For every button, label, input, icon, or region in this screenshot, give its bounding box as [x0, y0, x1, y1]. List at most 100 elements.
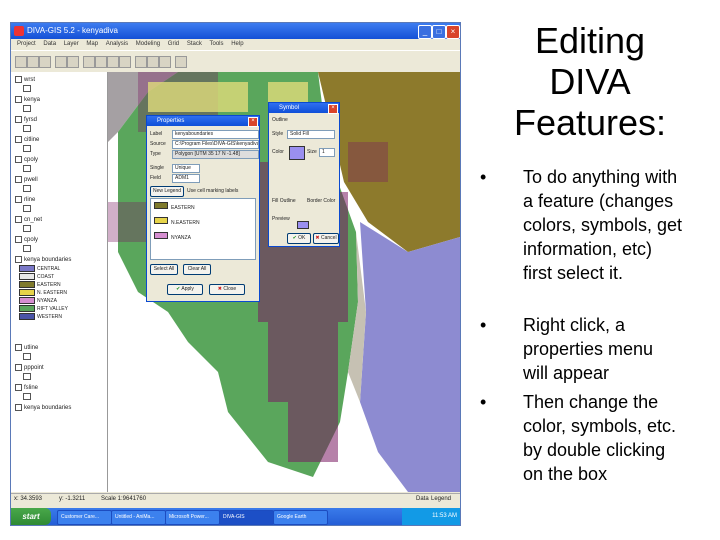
- checkbox-icon[interactable]: [15, 344, 22, 351]
- class-row[interactable]: EASTERN: [154, 202, 195, 211]
- class-swatch[interactable]: [154, 202, 168, 209]
- legend-swatch[interactable]: [19, 297, 35, 304]
- checkbox-icon[interactable]: [15, 136, 22, 143]
- menu-grid[interactable]: Grid: [168, 39, 179, 50]
- layer-symbol-icon[interactable]: [23, 165, 31, 173]
- properties-dialog[interactable]: Properties × Label kenyaboundaries Source…: [146, 115, 260, 302]
- menu-layer[interactable]: Layer: [64, 39, 79, 50]
- legend-swatch[interactable]: [19, 305, 35, 312]
- menu-stack[interactable]: Stack: [187, 39, 202, 50]
- layer-symbol-icon[interactable]: [23, 225, 31, 233]
- menu-modeling[interactable]: Modeling: [136, 39, 160, 50]
- clear-all-button[interactable]: Clear All: [183, 264, 211, 275]
- layer-symbol-icon[interactable]: [23, 125, 31, 133]
- size-field[interactable]: 1: [319, 148, 335, 157]
- layer-item[interactable]: rline: [15, 196, 105, 213]
- menu-data[interactable]: Data: [43, 39, 56, 50]
- task-google-earth[interactable]: Google Earth: [273, 510, 328, 525]
- checkbox-icon[interactable]: [15, 156, 22, 163]
- checkbox-icon[interactable]: [15, 404, 22, 411]
- pan-icon[interactable]: [107, 56, 119, 68]
- full-extent-icon[interactable]: [119, 56, 131, 68]
- legend-entry[interactable]: NYANZA: [19, 297, 104, 304]
- checkbox-icon[interactable]: [15, 116, 22, 123]
- layer-symbol-icon[interactable]: [23, 393, 31, 401]
- legend-swatch[interactable]: [19, 273, 35, 280]
- task-diva-gis[interactable]: DIVA-GIS: [219, 510, 274, 525]
- identify-icon[interactable]: [147, 56, 159, 68]
- layer-item[interactable]: cn_net: [15, 216, 105, 233]
- close-button[interactable]: ×: [446, 25, 460, 39]
- layer-item[interactable]: citline: [15, 136, 105, 153]
- maximize-button[interactable]: □: [432, 25, 446, 39]
- legend-entry[interactable]: N. EASTERN: [19, 289, 104, 296]
- legend-swatch[interactable]: [19, 313, 35, 320]
- close-icon[interactable]: ×: [248, 117, 258, 127]
- legend-entry[interactable]: WESTERN: [19, 313, 104, 320]
- menu-help[interactable]: Help: [231, 39, 243, 50]
- select-all-button[interactable]: Select All: [150, 264, 178, 275]
- fill-outline-caption[interactable]: Fill Outline: [272, 198, 296, 204]
- measure-icon[interactable]: [159, 56, 171, 68]
- checkbox-icon[interactable]: [15, 216, 22, 223]
- close-dialog-button[interactable]: ✖ Close: [209, 284, 245, 295]
- checkbox-icon[interactable]: [15, 196, 22, 203]
- start-button[interactable]: start: [11, 508, 51, 525]
- legend-entry[interactable]: RIFT VALLEY: [19, 305, 104, 312]
- tab-data[interactable]: Data: [416, 494, 429, 505]
- properties-icon[interactable]: [175, 56, 187, 68]
- label-field[interactable]: kenyaboundaries: [172, 130, 259, 139]
- checkbox-icon[interactable]: [15, 76, 22, 83]
- fill-color-swatch[interactable]: [289, 146, 305, 160]
- layer-item[interactable]: pwell: [15, 176, 105, 193]
- layer-item[interactable]: cpoly: [15, 156, 105, 173]
- menu-project[interactable]: Project: [17, 39, 36, 50]
- task-customer-care[interactable]: Customer Care...: [57, 510, 112, 525]
- layer-item[interactable]: utline: [15, 344, 105, 361]
- class-swatch[interactable]: [154, 232, 168, 239]
- legend-swatch[interactable]: [19, 289, 35, 296]
- layer-symbol-icon[interactable]: [23, 353, 31, 361]
- menu-map[interactable]: Map: [86, 39, 98, 50]
- menu-tools[interactable]: Tools: [210, 39, 224, 50]
- legend-entry[interactable]: CENTRAL: [19, 265, 104, 272]
- checkbox-icon[interactable]: [15, 256, 22, 263]
- layer-item[interactable]: kenya: [15, 96, 105, 113]
- class-swatch[interactable]: [154, 217, 168, 224]
- checkbox-icon[interactable]: [15, 364, 22, 371]
- zoom-in-icon[interactable]: [83, 56, 95, 68]
- task-untitled-anima[interactable]: Untitled - AniMa...: [111, 510, 166, 525]
- layer-item[interactable]: pppoint: [15, 364, 105, 381]
- legend-swatch[interactable]: [19, 265, 35, 272]
- layer-item[interactable]: fsline: [15, 384, 105, 401]
- layer-item[interactable]: kenya boundaries: [15, 404, 105, 411]
- layer-symbol-icon[interactable]: [23, 205, 31, 213]
- field-select[interactable]: ADM1: [172, 174, 200, 183]
- save-icon[interactable]: [39, 56, 51, 68]
- open-icon[interactable]: [27, 56, 39, 68]
- layer-item[interactable]: fyrsd: [15, 116, 105, 133]
- class-list[interactable]: EASTERN N.EASTERN NYANZA: [150, 198, 256, 260]
- close-icon[interactable]: ×: [328, 104, 338, 114]
- symbol-dialog[interactable]: Symbol × Outline Style Solid Fill Color S…: [268, 102, 340, 247]
- layer-symbol-icon[interactable]: [23, 105, 31, 113]
- minimize-button[interactable]: _: [418, 25, 432, 39]
- layer-symbol-icon[interactable]: [23, 185, 31, 193]
- new-legend-button[interactable]: New Legend: [150, 186, 184, 197]
- checkbox-icon[interactable]: [15, 176, 22, 183]
- class-row[interactable]: N.EASTERN: [154, 217, 200, 226]
- tab-legend[interactable]: Legend: [431, 494, 451, 505]
- menu-analysis[interactable]: Analysis: [106, 39, 128, 50]
- single-select[interactable]: Unique: [172, 164, 200, 173]
- apply-button[interactable]: ✔ Apply: [167, 284, 203, 295]
- layer-symbol-icon[interactable]: [23, 85, 31, 93]
- style-select[interactable]: Solid Fill: [287, 130, 335, 139]
- layer-symbol-icon[interactable]: [23, 245, 31, 253]
- legend-entry[interactable]: COAST: [19, 273, 104, 280]
- legend-entry[interactable]: EASTERN: [19, 281, 104, 288]
- ok-button[interactable]: ✔ OK: [287, 233, 311, 244]
- new-icon[interactable]: [15, 56, 27, 68]
- checkbox-icon[interactable]: [15, 384, 22, 391]
- task-powerpoint[interactable]: Microsoft Power...: [165, 510, 220, 525]
- checkbox-icon[interactable]: [15, 96, 22, 103]
